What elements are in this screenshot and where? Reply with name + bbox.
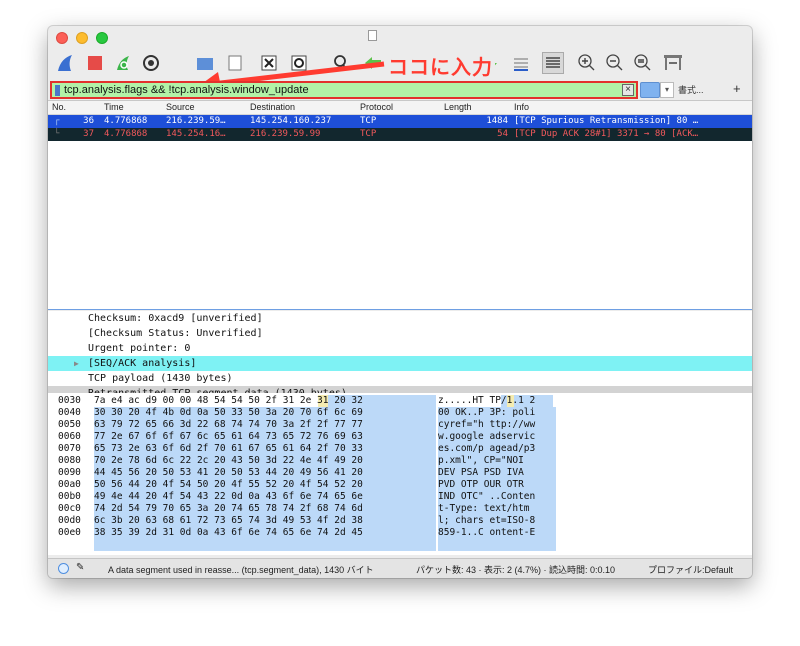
packet-list-header: No. Time Source Destination Protocol Len…	[48, 101, 752, 115]
packet-row[interactable]: ┌ 36 4.776868 216.239.59… 145.254.160.23…	[48, 115, 752, 128]
display-filter-bar: tcp.analysis.flags && !tcp.analysis.wind…	[48, 80, 752, 100]
resize-columns-icon[interactable]	[662, 52, 684, 74]
column-protocol[interactable]: Protocol	[360, 102, 393, 112]
hex-row[interactable]: 00d0 6c 3b 20 63 68 61 72 73 65 74 3d 49 …	[48, 515, 752, 527]
hex-row[interactable]: 00c0 74 2d 54 79 70 65 3a 20 74 65 78 74 …	[48, 503, 752, 515]
hex-row[interactable]: 00e0 38 35 39 2d 31 0d 0a 43 6f 6e 74 65 …	[48, 527, 752, 539]
zoom-out-icon[interactable]	[604, 52, 626, 74]
filter-text[interactable]: tcp.analysis.flags && !tcp.analysis.wind…	[64, 84, 622, 96]
status-profile[interactable]: プロファイル:Default	[648, 563, 733, 576]
packet-row[interactable]: └ 37 4.776868 145.254.16… 216.239.59.99 …	[48, 128, 752, 141]
hex-row[interactable]: 00b0 49 4e 44 20 4f 54 43 22 0d 0a 43 6f …	[48, 491, 752, 503]
add-filter-button[interactable]: +	[733, 81, 741, 96]
zoom-window-button[interactable]	[96, 32, 108, 44]
minimize-window-button[interactable]	[76, 32, 88, 44]
clear-filter-icon[interactable]: ×	[622, 84, 634, 96]
detail-urgent-pointer[interactable]: Urgent pointer: 0	[48, 341, 752, 356]
hex-row[interactable]: 00a0 50 56 44 20 4f 54 50 20 4f 55 52 20 …	[48, 479, 752, 491]
status-packet-counts: パケット数: 43 · 表示: 2 (4.7%) · 読込時間: 0:0.10	[416, 565, 616, 575]
window-title	[368, 30, 380, 41]
expand-triangle-icon[interactable]: ▶	[74, 356, 79, 371]
hex-row[interactable]: 0050 63 79 72 65 66 3d 22 68 74 74 70 3a …	[48, 419, 752, 431]
restart-capture-icon[interactable]	[112, 52, 134, 74]
column-length[interactable]: Length	[444, 102, 472, 112]
hex-row[interactable]: 0090 44 45 56 20 50 53 41 20 50 53 44 20 …	[48, 467, 752, 479]
display-filter-input[interactable]: tcp.analysis.flags && !tcp.analysis.wind…	[50, 81, 638, 99]
filter-bookmark-icon[interactable]	[55, 84, 60, 96]
shark-fin-start-icon[interactable]	[54, 52, 76, 74]
detail-seq-ack-analysis[interactable]: ▶ [SEQ/ACK analysis]	[48, 356, 752, 371]
document-icon	[368, 30, 377, 41]
stop-capture-icon[interactable]	[84, 52, 106, 74]
wireshark-window: ココに入力 tcp.analysis.flags && !tcp.analysi…	[48, 26, 752, 578]
close-window-button[interactable]	[56, 32, 68, 44]
hex-row[interactable]: 0030 7a e4 ac d9 00 00 48 54 54 50 2f 31 …	[48, 395, 752, 407]
hex-dump-pane[interactable]: 0030 7a e4 ac d9 00 00 48 54 54 50 2f 31 …	[48, 393, 752, 555]
column-no[interactable]: No.	[52, 102, 66, 112]
detail-checksum-status[interactable]: [Checksum Status: Unverified]	[48, 326, 752, 341]
column-destination[interactable]: Destination	[250, 102, 295, 112]
apply-filter-button[interactable]	[640, 82, 660, 98]
detail-checksum[interactable]: Checksum: 0xacd9 [unverified]	[48, 311, 752, 326]
annotation-label: ココに入力	[386, 51, 495, 80]
zoom-in-icon[interactable]	[576, 52, 598, 74]
column-time[interactable]: Time	[104, 102, 124, 112]
packet-details[interactable]: Checksum: 0xacd9 [unverified] [Checksum …	[48, 311, 752, 401]
column-source[interactable]: Source	[166, 102, 195, 112]
status-message: A data segment used in reasse... (tcp.se…	[108, 565, 374, 575]
colorize-list-icon[interactable]	[542, 52, 564, 74]
detail-tcp-payload[interactable]: TCP payload (1430 bytes)	[48, 371, 752, 386]
main-toolbar: ココに入力	[48, 48, 752, 92]
filter-history-dropdown[interactable]: ▾	[660, 82, 674, 98]
hex-row[interactable]: 0080 70 2e 78 6d 6c 22 2c 20 43 50 3d 22 …	[48, 455, 752, 467]
edit-comment-icon[interactable]: ✎	[76, 562, 84, 573]
auto-scroll-icon[interactable]	[510, 52, 532, 74]
title-bar	[48, 26, 752, 48]
capture-options-gear-icon[interactable]	[140, 52, 162, 74]
expression-button[interactable]: 書式...	[678, 83, 704, 96]
status-bar: ✎ A data segment used in reasse... (tcp.…	[48, 558, 752, 578]
expert-info-led-icon[interactable]	[58, 563, 69, 574]
hex-row[interactable]: 0060 77 2e 67 6f 6f 67 6c 65 61 64 73 65 …	[48, 431, 752, 443]
zoom-reset-icon[interactable]	[632, 52, 654, 74]
column-info[interactable]: Info	[514, 102, 529, 112]
hex-row[interactable]: 0070 65 73 2e 63 6f 6d 2f 70 61 67 65 61 …	[48, 443, 752, 455]
packet-list[interactable]: No. Time Source Destination Protocol Len…	[48, 100, 752, 310]
hex-row[interactable]: 0040 30 30 20 4f 4b 0d 0a 50 33 50 3a 20 …	[48, 407, 752, 419]
